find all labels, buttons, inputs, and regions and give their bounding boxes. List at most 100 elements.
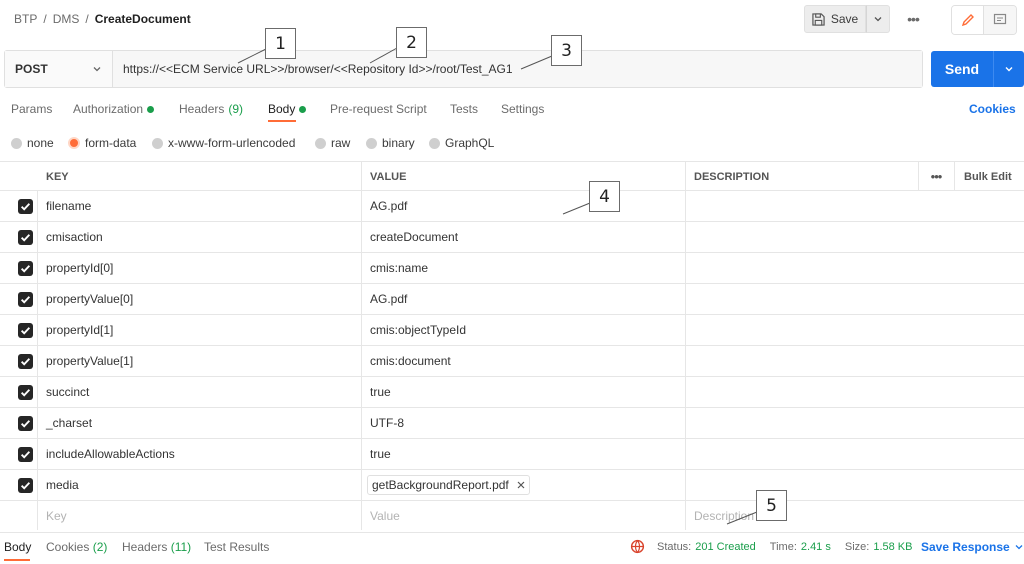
row-checkbox[interactable]: [18, 354, 33, 369]
tab-pre-request-script[interactable]: Pre-request Script: [330, 102, 427, 116]
check-icon: [20, 482, 31, 490]
key-cell[interactable]: propertyId[1]: [46, 315, 113, 345]
send-button[interactable]: Send: [931, 51, 993, 87]
value-cell[interactable]: AG.pdf: [370, 191, 407, 221]
documentation-button[interactable]: [984, 6, 1016, 34]
value-cell[interactable]: true: [370, 377, 391, 407]
value-cell[interactable]: cmis:objectTypeId: [370, 315, 466, 345]
key-cell[interactable]: propertyId[0]: [46, 253, 113, 283]
radio-icon: [11, 137, 22, 149]
tab-label: Settings: [501, 102, 545, 116]
tab-settings[interactable]: Settings: [501, 102, 544, 116]
response-status: Status: 201 Created Time: 2.41 s Size: 1…: [630, 539, 912, 554]
column-divider: [361, 161, 362, 530]
save-options-button[interactable]: [866, 5, 890, 33]
send-group: Send: [931, 51, 1024, 87]
row-checkbox[interactable]: [18, 447, 33, 462]
close-icon[interactable]: [517, 478, 525, 492]
value-cell[interactable]: UTF-8: [370, 408, 404, 438]
url-input[interactable]: https://<<ECM Service URL>>/browser/<<Re…: [113, 51, 922, 87]
value-cell[interactable]: cmis:document: [370, 346, 451, 376]
response-tab-cookies[interactable]: Cookies (2): [46, 540, 107, 554]
radio-icon: [366, 137, 377, 149]
key-cell[interactable]: _charset: [46, 408, 92, 438]
row-checkbox[interactable]: [18, 385, 33, 400]
edit-mode-button[interactable]: [952, 6, 985, 34]
method-select[interactable]: POST: [5, 51, 113, 87]
more-icon[interactable]: •••: [903, 10, 923, 28]
value-cell[interactable]: getBackgroundReport.pdf: [367, 470, 530, 500]
row-checkbox[interactable]: [18, 199, 33, 214]
form-data-table: KEY VALUE DESCRIPTION ••• Bulk Edit file…: [0, 161, 1024, 531]
tab-body[interactable]: Body: [268, 102, 307, 116]
response-tab-headers[interactable]: Headers (11): [122, 540, 191, 554]
size-value: 1.58 KB: [873, 540, 913, 553]
row-checkbox[interactable]: [18, 416, 33, 431]
table-row: propertyValue[1] cmis:document: [0, 346, 1024, 377]
column-header-value: VALUE: [370, 170, 407, 183]
breadcrumb-separator: /: [85, 12, 89, 26]
row-checkbox[interactable]: [18, 478, 33, 493]
more-icon[interactable]: •••: [918, 162, 954, 191]
tab-headers[interactable]: Headers (9): [179, 102, 243, 116]
breadcrumb-item-btp[interactable]: BTP: [14, 12, 37, 26]
value-cell[interactable]: AG.pdf: [370, 284, 407, 314]
radio-none[interactable]: none: [11, 136, 54, 150]
radio-binary[interactable]: binary: [366, 136, 415, 150]
key-cell[interactable]: filename: [46, 191, 91, 221]
table-row: cmisaction createDocument: [0, 222, 1024, 253]
row-checkbox[interactable]: [18, 261, 33, 276]
check-icon: [20, 358, 31, 366]
value-cell[interactable]: true: [370, 439, 391, 469]
key-cell[interactable]: succinct: [46, 377, 89, 407]
cookies-link[interactable]: Cookies: [969, 102, 1016, 116]
check-icon: [20, 389, 31, 397]
save-button[interactable]: Save: [804, 5, 866, 33]
status-dot: [299, 105, 307, 113]
globe-icon[interactable]: [630, 539, 645, 554]
tab-tests[interactable]: Tests: [450, 102, 478, 116]
description-input[interactable]: Description: [694, 501, 754, 531]
callout-3: 3: [551, 35, 582, 66]
save-icon: [812, 12, 825, 26]
chevron-down-icon: [1015, 545, 1023, 550]
save-response-button[interactable]: Save Response: [921, 540, 1024, 554]
check-icon: [20, 234, 31, 242]
breadcrumb-item-dms[interactable]: DMS: [53, 12, 80, 26]
page-title[interactable]: CreateDocument: [95, 12, 191, 26]
row-checkbox[interactable]: [18, 292, 33, 307]
send-options-button[interactable]: [993, 51, 1024, 87]
check-icon: [20, 451, 31, 459]
key-cell[interactable]: media: [46, 470, 79, 500]
column-header-description: DESCRIPTION: [694, 170, 770, 183]
check-icon: [20, 420, 31, 428]
row-checkbox[interactable]: [18, 323, 33, 338]
radio-icon: [152, 137, 163, 149]
row-checkbox[interactable]: [18, 230, 33, 245]
status-value: 201 Created: [695, 540, 756, 553]
tab-authorization[interactable]: Authorization: [73, 102, 155, 116]
tab-params[interactable]: Params: [11, 102, 52, 116]
radio-graphql[interactable]: GraphQL: [429, 136, 494, 150]
request-bar: POST https://<<ECM Service URL>>/browser…: [4, 50, 923, 88]
radio-form-data[interactable]: form-data: [68, 136, 136, 150]
column-divider: [918, 161, 919, 191]
radio-x-www-form-urlencoded[interactable]: x-www-form-urlencoded: [152, 136, 295, 150]
key-input[interactable]: Key: [46, 501, 67, 531]
response-tab-test-results[interactable]: Test Results: [204, 540, 269, 554]
key-cell[interactable]: propertyValue[0]: [46, 284, 133, 314]
method-value: POST: [15, 62, 48, 76]
radio-label: binary: [382, 136, 415, 150]
bulk-edit-button[interactable]: Bulk Edit: [964, 162, 1012, 191]
tab-label: Headers: [179, 102, 225, 116]
tab-count: (9): [228, 102, 244, 116]
response-tab-body[interactable]: Body: [4, 540, 31, 554]
chevron-down-icon: [1005, 67, 1013, 72]
key-cell[interactable]: propertyValue[1]: [46, 346, 133, 376]
radio-raw[interactable]: raw: [315, 136, 350, 150]
value-input[interactable]: Value: [370, 501, 400, 531]
value-cell[interactable]: cmis:name: [370, 253, 428, 283]
key-cell[interactable]: includeAllowableActions: [46, 439, 175, 469]
key-cell[interactable]: cmisaction: [46, 222, 103, 252]
value-cell[interactable]: createDocument: [370, 222, 458, 252]
